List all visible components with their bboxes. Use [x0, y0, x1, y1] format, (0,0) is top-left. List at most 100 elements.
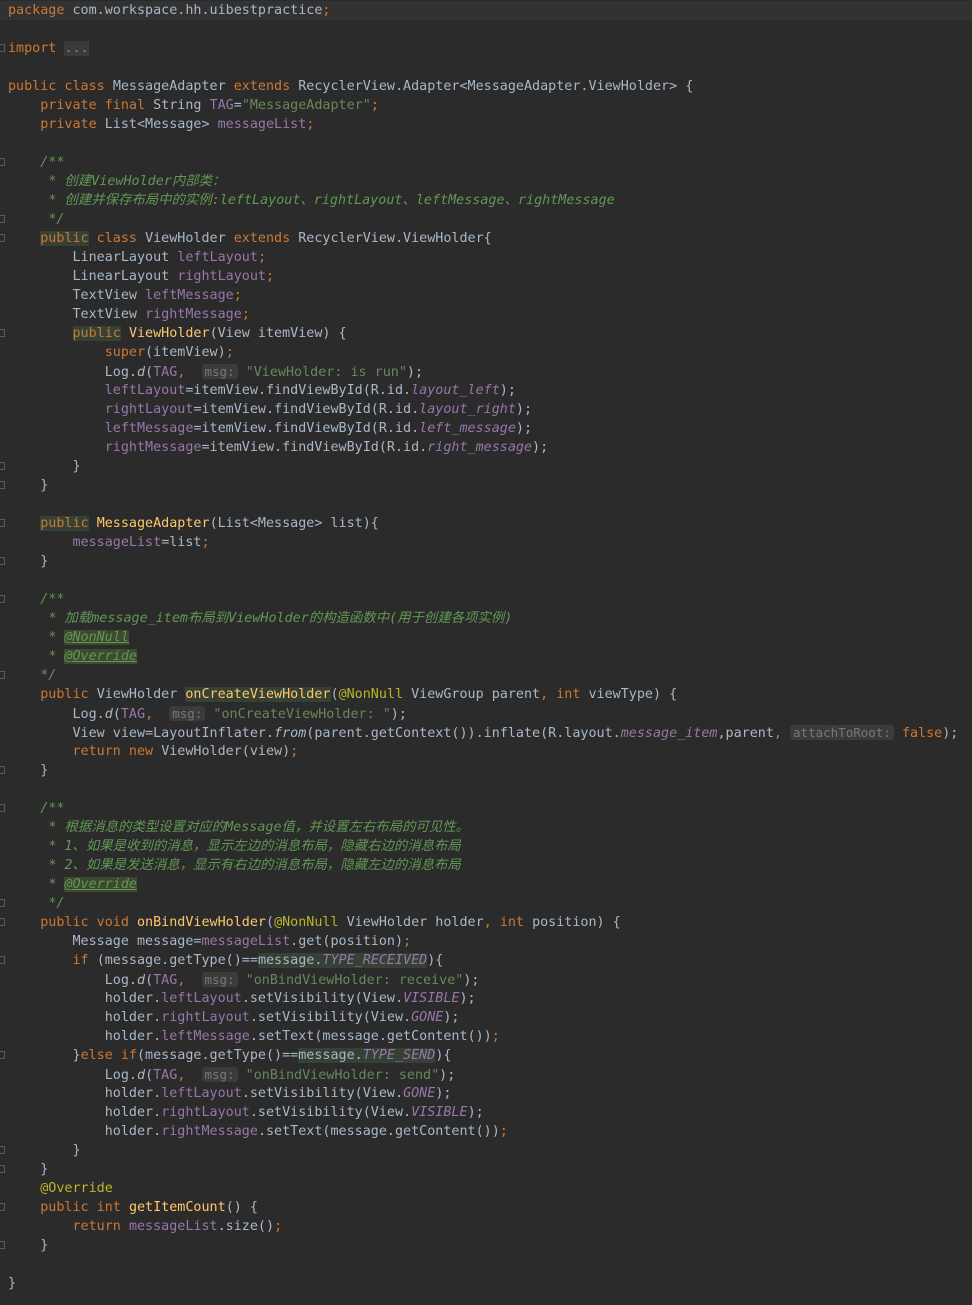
fold-marker-icon[interactable] [0, 899, 5, 907]
code-line[interactable]: /** [0, 799, 972, 818]
code-line[interactable]: * @NonNull [0, 628, 972, 647]
code-line[interactable]: * 2、如果是发送消息，显示有右边的消息布局，隐藏左边的消息布局 [0, 856, 972, 875]
code-line[interactable]: Log.d(TAG, msg: "onCreateViewHolder: "); [0, 704, 972, 723]
fold-marker-icon[interactable] [0, 1203, 5, 1211]
fold-marker-icon[interactable] [0, 595, 5, 603]
code-line[interactable]: * 加载message_item布局到ViewHolder的构造函数中(用于创建… [0, 609, 972, 628]
code-line[interactable]: /** [0, 590, 972, 609]
code-line[interactable]: return new ViewHolder(view); [0, 742, 972, 761]
code-line[interactable]: holder.leftLayout.setVisibility(View.GON… [0, 1084, 972, 1103]
code-token: (parent.getContext()).inflate(R.layout. [306, 726, 621, 741]
code-line[interactable]: TextView leftMessage; [0, 286, 972, 305]
fold-marker-icon[interactable] [0, 519, 5, 527]
fold-marker-icon[interactable] [0, 158, 5, 166]
fold-marker-icon[interactable] [0, 804, 5, 812]
code-line[interactable]: leftMessage=itemView.findViewById(R.id.l… [0, 419, 972, 438]
code-token: (message.getType()== [96, 953, 258, 968]
code-line[interactable]: Log.d(TAG, msg: "onBindViewHolder: send"… [0, 1065, 972, 1084]
code-line[interactable]: public class ViewHolder extends Recycler… [0, 229, 972, 248]
code-line[interactable]: holder.rightMessage.setText(message.getC… [0, 1122, 972, 1141]
fold-marker-icon[interactable] [0, 44, 5, 52]
code-line[interactable]: holder.leftMessage.setText(message.getCo… [0, 1027, 972, 1046]
code-token: ); [515, 421, 533, 436]
code-line[interactable]: holder.rightLayout.setVisibility(View.VI… [0, 1103, 972, 1122]
code-line[interactable]: public void onBindViewHolder(@NonNull Vi… [0, 913, 972, 932]
code-line[interactable]: public ViewHolder onCreateViewHolder(@No… [0, 685, 972, 704]
code-line[interactable]: } [0, 1274, 972, 1293]
code-line[interactable]: public MessageAdapter(List<Message> list… [0, 514, 972, 533]
code-line[interactable]: import ... [0, 39, 972, 58]
fold-marker-icon[interactable] [0, 918, 5, 926]
fold-marker-icon[interactable] [0, 481, 5, 489]
code-line[interactable]: } [0, 761, 972, 780]
fold-marker-icon[interactable] [0, 1241, 5, 1249]
code-token: TextView [8, 288, 146, 303]
fold-marker-icon[interactable] [0, 215, 5, 223]
code-token: /** [40, 592, 65, 607]
code-token: * 根据消息的类型设置对应的Message值，并设置左右布局的可见性。 [48, 820, 470, 835]
code-line[interactable]: /** [0, 153, 972, 172]
code-line[interactable]: messageList=list; [0, 533, 972, 552]
fold-marker-icon[interactable] [0, 766, 5, 774]
code-token: d [137, 973, 146, 988]
fold-marker-icon[interactable] [0, 557, 5, 565]
code-line[interactable]: }else if(message.getType()==message.TYPE… [0, 1046, 972, 1065]
fold-marker-icon[interactable] [0, 956, 5, 964]
code-editor[interactable]: package com.workspace.hh.uibestpractice;… [0, 0, 972, 1305]
code-line[interactable]: public ViewHolder(View itemView) { [0, 324, 972, 343]
code-text: * 1、如果是收到的消息，显示左边的消息布局，隐藏右边的消息布局 [8, 837, 461, 856]
code-line[interactable]: */ [0, 210, 972, 229]
code-line[interactable]: } [0, 1236, 972, 1255]
fold-marker-icon[interactable] [0, 671, 5, 679]
code-token: @NonNull [64, 630, 129, 645]
code-text: holder.leftMessage.setText(message.getCo… [8, 1027, 500, 1046]
fold-marker-icon[interactable] [0, 1146, 5, 1154]
code-token: else if [80, 1048, 137, 1063]
code-line[interactable]: } [0, 1141, 972, 1160]
fold-marker-icon[interactable] [0, 1051, 5, 1059]
code-line[interactable]: holder.leftLayout.setVisibility(View.VIS… [0, 989, 972, 1008]
code-line[interactable]: * 1、如果是收到的消息，显示左边的消息布局，隐藏右边的消息布局 [0, 837, 972, 856]
code-line[interactable]: */ [0, 894, 972, 913]
code-line[interactable]: Log.d(TAG, msg: "ViewHolder: is run"); [0, 362, 972, 381]
code-line[interactable]: } [0, 552, 972, 571]
fold-marker-icon[interactable] [0, 1165, 5, 1173]
code-line[interactable]: LinearLayout leftLayout; [0, 248, 972, 267]
code-line[interactable]: leftLayout=itemView.findViewById(R.id.la… [0, 381, 972, 400]
code-line[interactable]: * @Override [0, 875, 972, 894]
fold-marker-icon[interactable] [0, 234, 5, 242]
code-line[interactable]: } [0, 476, 972, 495]
code-token: Message message= [8, 934, 202, 949]
code-line[interactable]: package com.workspace.hh.uibestpractice; [0, 1, 972, 20]
code-line[interactable]: * 创建并保存布局中的实例:leftLayout、rightLayout、lef… [0, 191, 972, 210]
code-line[interactable]: View view=LayoutInflater.from(parent.get… [0, 723, 972, 742]
code-line[interactable]: rightLayout=itemView.findViewById(R.id.l… [0, 400, 972, 419]
code-line[interactable]: super(itemView); [0, 343, 972, 362]
code-line[interactable]: public int getItemCount() { [0, 1198, 972, 1217]
code-token: messageList [217, 117, 307, 132]
code-line[interactable]: Message message=messageList.get(position… [0, 932, 972, 951]
code-line[interactable]: * 根据消息的类型设置对应的Message值，并设置左右布局的可见性。 [0, 818, 972, 837]
code-line[interactable]: } [0, 457, 972, 476]
code-line[interactable]: TextView rightMessage; [0, 305, 972, 324]
code-line[interactable]: */ [0, 666, 972, 685]
code-line[interactable]: if (message.getType()==message.TYPE_RECE… [0, 951, 972, 970]
code-line[interactable]: * @Override [0, 647, 972, 666]
fold-marker-icon[interactable] [0, 462, 5, 470]
code-line[interactable]: return messageList.size(); [0, 1217, 972, 1236]
fold-marker-icon[interactable] [0, 329, 5, 337]
code-line[interactable]: * 创建ViewHolder内部类： [0, 172, 972, 191]
code-line[interactable]: LinearLayout rightLayout; [0, 267, 972, 286]
code-token: VISIBLE [403, 991, 460, 1006]
code-line[interactable]: private final String TAG="MessageAdapter… [0, 96, 972, 115]
code-line[interactable]: @Override [0, 1179, 972, 1198]
code-line[interactable]: holder.rightLayout.setVisibility(View.GO… [0, 1008, 972, 1027]
code-line[interactable]: Log.d(TAG, msg: "onBindViewHolder: recei… [0, 970, 972, 989]
code-line[interactable]: private List<Message> messageList; [0, 115, 972, 134]
code-line[interactable]: public class MessageAdapter extends Recy… [0, 77, 972, 96]
code-line[interactable]: rightMessage=itemView.findViewById(R.id.… [0, 438, 972, 457]
code-token: ( [145, 1068, 154, 1083]
code-line[interactable]: } [0, 1160, 972, 1179]
